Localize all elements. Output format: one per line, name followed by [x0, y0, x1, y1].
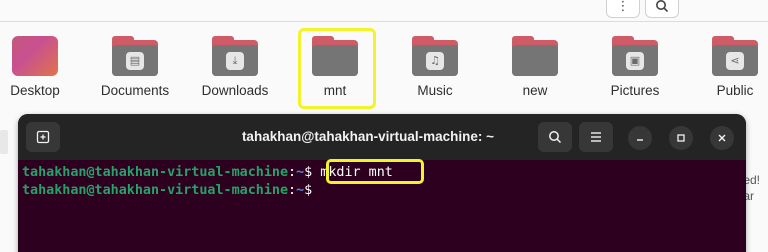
prompt-path: ~ — [296, 165, 305, 180]
hamburger-menu-icon — [591, 132, 601, 142]
folder-icon: ⋖ — [712, 36, 758, 76]
file-item-label: Desktop — [10, 83, 60, 98]
command-highlight — [326, 159, 424, 184]
files-menu-button[interactable]: ⋮ — [606, 0, 640, 18]
minimize-button[interactable] — [628, 126, 652, 150]
folder-icon: ⤓ — [212, 36, 258, 76]
new-tab-icon — [36, 130, 50, 144]
file-item-new[interactable]: new — [495, 36, 575, 106]
files-toolbar: ⋮ — [0, 0, 768, 22]
file-item-documents[interactable]: ▤ Documents — [95, 36, 175, 106]
prompt-separator: : — [288, 183, 297, 198]
kebab-menu-icon: ⋮ — [616, 0, 630, 13]
terminal-menu-button[interactable] — [579, 122, 613, 152]
terminal-header[interactable]: tahakhan@tahakhan-virtual-machine: ~ — [18, 114, 746, 160]
folder-icon: ▣ — [612, 36, 658, 76]
folder-emblem-icon: ⤓ — [226, 51, 244, 70]
prompt-separator: : — [288, 165, 297, 180]
file-item-downloads[interactable]: ⤓ Downloads — [195, 36, 275, 106]
prompt-user-host: tahakhan@tahakhan-virtual-machine — [22, 183, 289, 198]
close-button[interactable] — [710, 126, 734, 150]
desktop-folder-icon — [12, 36, 58, 76]
folder-emblem-icon: ▣ — [626, 51, 644, 70]
file-item-label: new — [522, 83, 548, 98]
prompt-user-host: tahakhan@tahakhan-virtual-machine — [22, 165, 289, 180]
terminal-cursor — [320, 181, 328, 197]
folder-icon — [512, 36, 558, 76]
file-item-desktop[interactable]: Desktop — [0, 36, 75, 106]
search-icon — [656, 0, 669, 13]
folder-icon: ♫ — [412, 36, 458, 76]
folder-emblem-icon: ▤ — [126, 51, 144, 70]
files-search-button[interactable] — [645, 0, 679, 18]
partial-file-item — [0, 130, 8, 154]
file-item-music[interactable]: ♫ Music — [395, 36, 475, 106]
new-tab-button[interactable] — [26, 122, 60, 152]
prompt-dollar: $ — [304, 165, 321, 180]
file-item-label: Documents — [100, 83, 170, 98]
mnt-folder-highlight — [298, 28, 376, 109]
minimize-icon — [637, 139, 643, 141]
close-icon — [718, 134, 726, 142]
terminal-search-button[interactable] — [538, 122, 572, 152]
prompt-path: ~ — [296, 183, 305, 198]
folder-emblem-icon: ♫ — [426, 51, 444, 70]
maximize-icon — [677, 134, 685, 142]
folder-icon: ▤ — [112, 36, 158, 76]
file-item-label: Downloads — [201, 83, 269, 98]
file-item-label: Music — [417, 83, 453, 98]
search-icon — [549, 131, 562, 144]
folder-emblem-icon: ⋖ — [726, 51, 744, 70]
maximize-button[interactable] — [669, 126, 693, 150]
terminal-title: tahakhan@tahakhan-virtual-machine: ~ — [241, 129, 495, 144]
file-item-label: Pictures — [610, 83, 660, 98]
file-item-label: Public — [716, 83, 754, 98]
file-item-pictures[interactable]: ▣ Pictures — [595, 36, 675, 106]
prompt-dollar: $ — [304, 183, 321, 198]
file-item-public[interactable]: ⋖ Public — [695, 36, 768, 106]
